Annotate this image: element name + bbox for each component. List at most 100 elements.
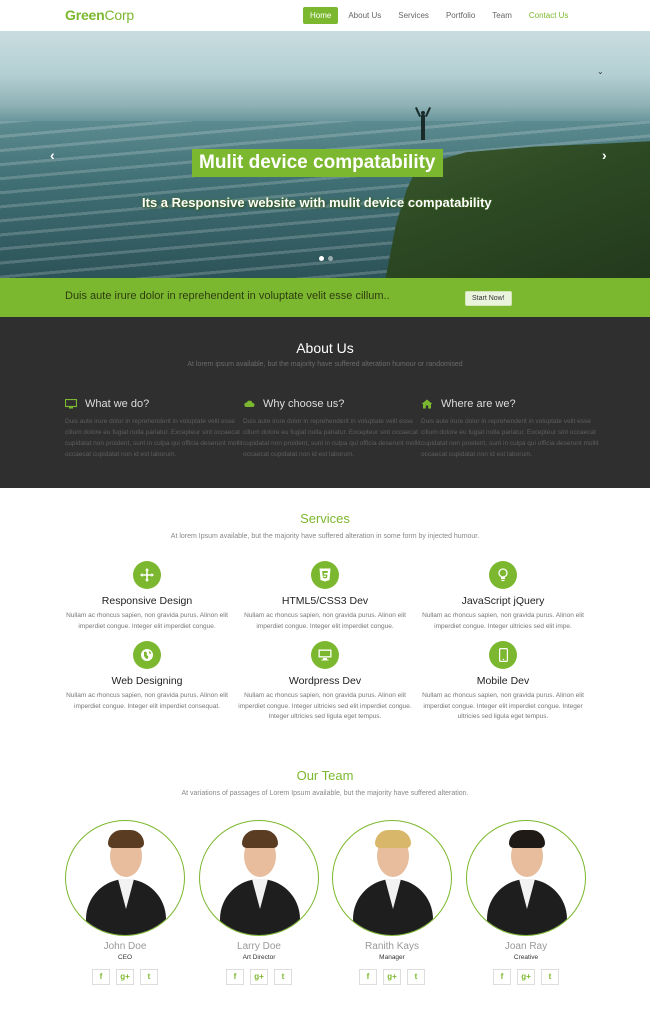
service-name: Responsive Design (57, 595, 237, 607)
chevron-right-icon[interactable]: › (602, 147, 607, 163)
team-member-role: Art Director (242, 954, 276, 961)
lightbulb-icon (489, 561, 517, 589)
service-name: Mobile Dev (413, 675, 593, 687)
logo-rest-text: Corp (104, 7, 135, 23)
service-text: Nullam ac rhoncus sapien, non gravida pu… (66, 692, 228, 710)
service-text: Nullam ac rhoncus sapien, non gravida pu… (422, 612, 584, 630)
service-text: Nullam ac rhoncus sapien, non gravida pu… (238, 692, 412, 720)
about-column-title: What we do? (85, 398, 150, 410)
bird-icon: ⌄ (597, 67, 604, 76)
facebook-icon[interactable]: f (359, 969, 377, 985)
nav-item-home[interactable]: Home (303, 7, 339, 24)
service-name-part: Dev (510, 675, 530, 687)
team-member: Ranith Kays Manager f g+ t (332, 820, 452, 985)
service-name-part: Responsive (101, 595, 160, 607)
team-member: John Doe CEO f g+ t (65, 820, 185, 985)
facebook-icon[interactable]: f (92, 969, 110, 985)
service-text: Nullam ac rhoncus sapien, non gravida pu… (422, 692, 584, 720)
nav-item-team[interactable]: Team (485, 7, 519, 24)
team-member-role: Manager (379, 954, 405, 961)
service-name-part: JavaScript (461, 595, 514, 607)
services-subtitle: At lorem Ipsum available, but the majori… (170, 533, 480, 540)
team-member-photo (199, 820, 319, 936)
logo[interactable]: GreenCorp (65, 7, 134, 23)
service-name-part: Wordpress (288, 675, 343, 687)
social-links: f g+ t (332, 969, 452, 985)
desktop-icon (311, 641, 339, 669)
service-name: HTML5/CSS3 Dev (235, 595, 415, 607)
team-member-name: Larry Doe (237, 941, 281, 952)
team-member-name: Ranith Kays (365, 941, 419, 952)
about-column-text: Duis aute irure dolor in reprehenderit i… (243, 418, 421, 458)
logo-green-text: Green (65, 7, 105, 23)
service-name-part: Designing (135, 675, 183, 687)
about-column-title: Why choose us? (263, 398, 345, 410)
slider-dot[interactable] (319, 256, 324, 261)
team-member-role: CEO (117, 954, 133, 961)
service-name-part: Web (111, 675, 136, 687)
team-member-photo (332, 820, 452, 936)
facebook-icon[interactable]: f (226, 969, 244, 985)
navbar: GreenCorp Home About Us Services Portfol… (0, 0, 650, 31)
twitter-icon[interactable]: t (541, 969, 559, 985)
service-name-part: Mobile (476, 675, 511, 687)
service-name-part: jQuery (513, 595, 545, 607)
slider-dot[interactable] (328, 256, 333, 261)
service-item: Web Designing Nullam ac rhoncus sapien, … (57, 641, 237, 712)
nav-item-contact[interactable]: Contact Us (522, 7, 576, 24)
team-member: Larry Doe Art Director f g+ t (199, 820, 319, 985)
monitor-icon (64, 398, 78, 409)
cloud-icon (243, 399, 255, 409)
about-subtitle: At lorem ipsum available, but the majori… (187, 361, 463, 368)
service-name: JavaScript jQuery (413, 595, 593, 607)
hero-subtitle: Its a Responsive website with mulit devi… (142, 195, 492, 210)
twitter-icon[interactable]: t (140, 969, 158, 985)
chevron-left-icon[interactable]: ‹ (50, 147, 55, 163)
arrows-move-icon (133, 561, 161, 589)
about-section: About Us At lorem ipsum available, but t… (0, 317, 650, 488)
about-title: About Us (296, 340, 354, 356)
google-plus-icon[interactable]: g+ (116, 969, 134, 985)
team-member-name: John Doe (103, 941, 147, 952)
team-title: Our Team (296, 768, 354, 783)
google-plus-icon[interactable]: g+ (383, 969, 401, 985)
service-item: Responsive Design Nullam ac rhoncus sapi… (57, 561, 237, 632)
twitter-icon[interactable]: t (274, 969, 292, 985)
about-column: Where are we? Duis aute irure dolor in r… (421, 398, 601, 460)
google-plus-icon[interactable]: g+ (517, 969, 535, 985)
nav-item-services[interactable]: Services (391, 7, 436, 24)
social-links: f g+ t (199, 969, 319, 985)
service-name: Wordpress Dev (235, 675, 415, 687)
service-name-part: Dev (349, 595, 369, 607)
service-item: JavaScript jQuery Nullam ac rhoncus sapi… (413, 561, 593, 632)
service-item: Wordpress Dev Nullam ac rhoncus sapien, … (235, 641, 415, 723)
team-subtitle: At variations of passages of Lorem Ipsum… (181, 790, 469, 797)
about-column-text: Duis aute irure dolor in reprehenderit i… (65, 418, 243, 458)
google-plus-icon[interactable]: g+ (250, 969, 268, 985)
nav-item-portfolio[interactable]: Portfolio (439, 7, 482, 24)
slider-dots (319, 256, 333, 261)
service-item: HTML5/CSS3 Dev Nullam ac rhoncus sapien,… (235, 561, 415, 632)
start-now-button[interactable]: Start Now! (465, 291, 512, 306)
hero-title: Mulit device compatability (192, 149, 443, 177)
facebook-icon[interactable]: f (493, 969, 511, 985)
cta-text: Duis aute irure dolor in reprehendent in… (65, 290, 390, 302)
team-member-photo (466, 820, 586, 936)
team-member: Joan Ray Creative f g+ t (466, 820, 586, 985)
service-name-part: Dev (342, 675, 362, 687)
team-member-name: Joan Ray (504, 941, 548, 952)
hero-person-silhouette (414, 107, 432, 141)
team-member-role: Creative (513, 954, 539, 961)
service-name: Web Designing (57, 675, 237, 687)
about-column: Why choose us? Duis aute irure dolor in … (243, 398, 423, 460)
nav-item-about[interactable]: About Us (341, 7, 388, 24)
service-name-part: Design (159, 595, 193, 607)
main-menu: Home About Us Services Portfolio Team Co… (303, 7, 578, 24)
service-text: Nullam ac rhoncus sapien, non gravida pu… (244, 612, 406, 630)
twitter-icon[interactable]: t (407, 969, 425, 985)
about-column: What we do? Duis aute irure dolor in rep… (64, 398, 245, 460)
cta-bar: Duis aute irure dolor in reprehendent in… (0, 278, 650, 317)
social-links: f g+ t (466, 969, 586, 985)
service-item: Mobile Dev Nullam ac rhoncus sapien, non… (413, 641, 593, 723)
mobile-icon (489, 641, 517, 669)
